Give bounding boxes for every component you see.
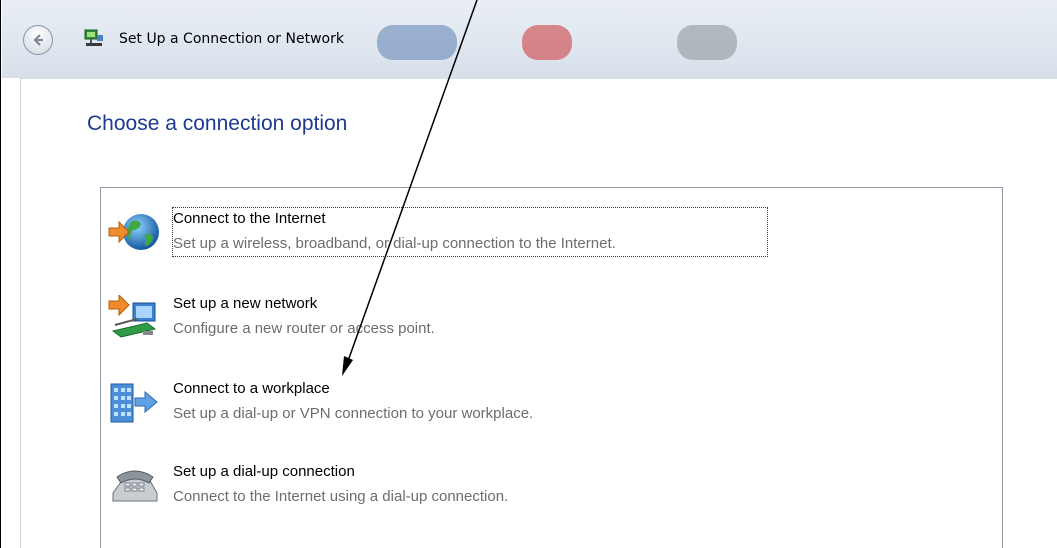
page-heading: Choose a connection option (87, 112, 348, 135)
option-description: Set up a wireless, broadband, or dial-up… (173, 235, 616, 252)
option-connect-to-workplace[interactable]: Connect to a workplace Set up a dial-up … (105, 380, 805, 436)
option-title: Connect to the Internet (173, 210, 326, 227)
option-title: Connect to a workplace (173, 380, 330, 397)
back-arrow-icon (33, 34, 43, 46)
option-description: Set up a dial-up or VPN connection to yo… (173, 405, 534, 422)
option-set-up-dial-up[interactable]: Set up a dial-up connection Connect to t… (105, 463, 805, 519)
option-description: Connect to the Internet using a dial-up … (173, 488, 509, 505)
option-connect-to-internet[interactable]: Connect to the Internet Set up a wireles… (105, 207, 805, 266)
background-blur (522, 25, 572, 60)
workplace-building-icon (110, 383, 158, 423)
option-description: Configure a new router or access point. (173, 320, 435, 337)
back-button[interactable] (23, 25, 53, 55)
network-router-icon (108, 295, 157, 338)
option-title: Set up a new network (173, 295, 318, 312)
option-set-up-new-network[interactable]: Set up a new network Configure a new rou… (105, 295, 805, 351)
title-bar: Set Up a Connection or Network (2, 0, 1057, 78)
telephone-icon (112, 470, 158, 502)
window-title: Set Up a Connection or Network (119, 31, 344, 47)
wizard-window: Set Up a Connection or Network Choose a … (0, 0, 1057, 548)
option-title: Set up a dial-up connection (173, 463, 355, 480)
globe-icon (108, 214, 159, 250)
network-setup-icon (84, 29, 103, 46)
background-blur (677, 25, 737, 60)
background-blur (377, 25, 457, 60)
